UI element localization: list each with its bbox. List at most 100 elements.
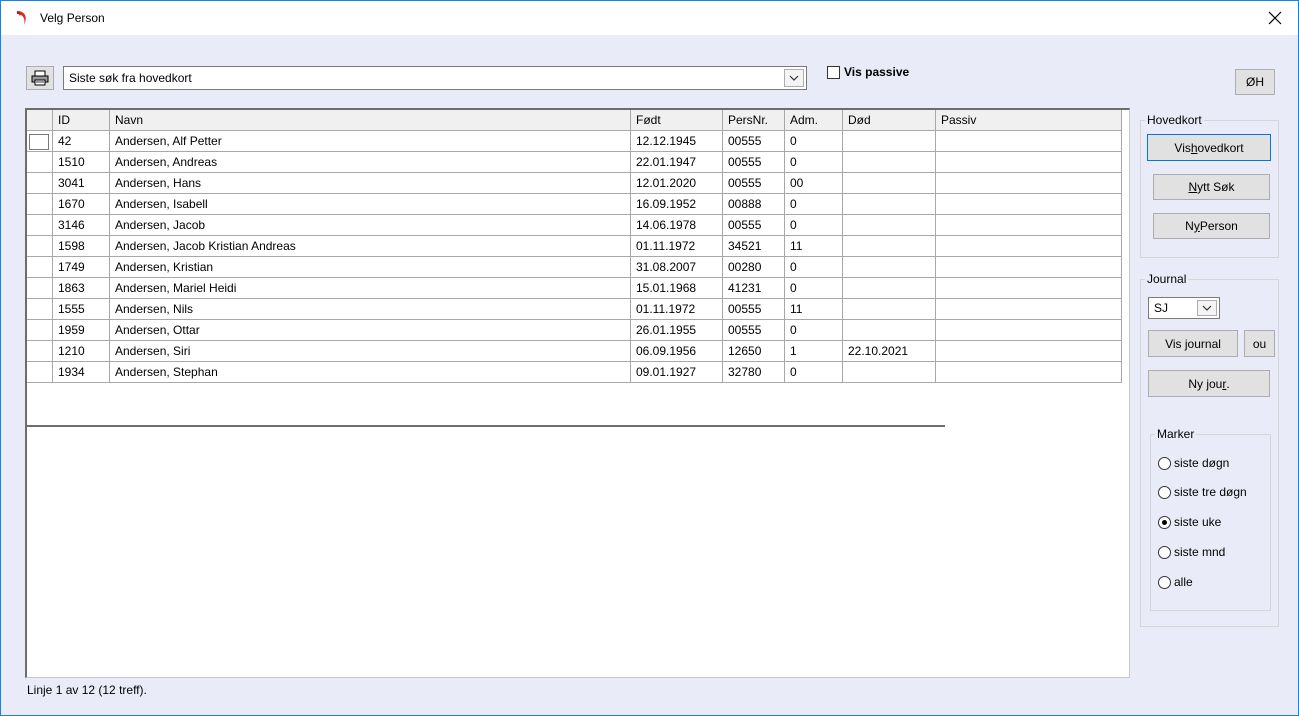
column-header-fodt[interactable]: Født	[631, 110, 723, 131]
cell-adm: 0	[785, 131, 843, 152]
vis-hovedkort-label-pre: Vis	[1174, 140, 1191, 155]
cell-adm: 11	[785, 299, 843, 320]
column-header-id[interactable]: ID	[53, 110, 110, 131]
cell-dod	[843, 152, 936, 173]
row-selector[interactable]	[27, 236, 53, 257]
marker-radio-option[interactable]: siste tre døgn	[1158, 485, 1247, 499]
ny-person-label-post: Person	[1199, 219, 1238, 233]
table-row[interactable]: 42 Andersen, Alf Petter 12.12.1945 00555 0	[27, 131, 1122, 152]
journal-select[interactable]: SJ	[1148, 297, 1220, 319]
table-row[interactable]: 1934 Andersen, Stephan 09.01.1927 32780 0	[27, 362, 1122, 383]
journal-dropdown-button[interactable]	[1197, 300, 1217, 316]
row-selector[interactable]	[27, 194, 53, 215]
column-header-passiv[interactable]: Passiv	[936, 110, 1122, 131]
table-row[interactable]: 1210 Andersen, Siri 06.09.1956 12650 1 22.10.…	[27, 341, 1122, 362]
cell-persnr: 41231	[723, 278, 785, 299]
cell-id: 1863	[53, 278, 110, 299]
cell-dod	[843, 362, 936, 383]
column-header-navn[interactable]: Navn	[110, 110, 631, 131]
column-header-persnr[interactable]: PersNr.	[723, 110, 785, 131]
vis-journal-button[interactable]: Vis journal	[1148, 330, 1238, 357]
vis-hovedkort-button[interactable]: Vis h ovedkort	[1147, 134, 1271, 161]
cell-adm: 0	[785, 194, 843, 215]
cell-passiv	[936, 257, 1122, 278]
cell-fodt: 16.09.1952	[631, 194, 723, 215]
cell-passiv	[936, 236, 1122, 257]
marker-radio-option[interactable]: siste uke	[1158, 515, 1221, 529]
close-icon	[1268, 11, 1282, 25]
marker-radio-option[interactable]: alle	[1158, 575, 1193, 589]
cell-passiv	[936, 278, 1122, 299]
cell-id: 1555	[53, 299, 110, 320]
table-row[interactable]: 1670 Andersen, Isabell 16.09.1952 00888 0	[27, 194, 1122, 215]
oh-button[interactable]: ØH	[1235, 69, 1275, 95]
marker-radio-option[interactable]: siste døgn	[1158, 456, 1229, 470]
person-grid[interactable]: ID Navn Født PersNr. Adm. Død Passiv 42 A…	[25, 108, 1130, 678]
cell-fodt: 12.01.2020	[631, 173, 723, 194]
table-row[interactable]: 1510 Andersen, Andreas 22.01.1947 00555 0	[27, 152, 1122, 173]
marker-radio-option[interactable]: siste mnd	[1158, 545, 1225, 559]
radio-circle[interactable]	[1158, 575, 1171, 589]
table-row[interactable]: 1863 Andersen, Mariel Heidi 15.01.1968 4123…	[27, 278, 1122, 299]
velg-person-dialog: Velg Person Siste søk fra hovedkort Vis …	[0, 0, 1299, 716]
ny-person-button[interactable]: Ny Person	[1153, 213, 1270, 239]
vis-passive-checkbox[interactable]: Vis passive	[827, 65, 909, 79]
table-row[interactable]: 1598 Andersen, Jacob Kristian Andreas 01.1…	[27, 236, 1122, 257]
cell-passiv	[936, 299, 1122, 320]
table-row[interactable]: 3041 Andersen, Hans 12.01.2020 00555 00	[27, 173, 1122, 194]
row-selector[interactable]	[27, 257, 53, 278]
cell-navn: Andersen, Kristian	[110, 257, 631, 278]
column-header-dod[interactable]: Død	[843, 110, 936, 131]
radio-label: siste mnd	[1174, 545, 1226, 559]
cell-navn: Andersen, Ottar	[110, 320, 631, 341]
status-text: Linje 1 av 12 (12 treff).	[27, 683, 147, 697]
row-selector[interactable]	[27, 152, 53, 173]
cell-fodt: 12.12.1945	[631, 131, 723, 152]
ou-button[interactable]: ou	[1244, 330, 1275, 357]
cell-persnr: 00555	[723, 173, 785, 194]
title-bar: Velg Person	[1, 1, 1298, 35]
row-selector[interactable]	[27, 173, 53, 194]
cell-dod	[843, 131, 936, 152]
cell-navn: Andersen, Mariel Heidi	[110, 278, 631, 299]
print-button[interactable]	[26, 66, 54, 90]
radio-circle[interactable]	[1158, 456, 1171, 470]
cell-adm: 0	[785, 152, 843, 173]
radio-circle[interactable]	[1158, 515, 1171, 529]
cell-adm: 0	[785, 362, 843, 383]
row-selector[interactable]	[27, 320, 53, 341]
search-source-select[interactable]: Siste søk fra hovedkort	[63, 66, 807, 90]
search-source-dropdown-button[interactable]	[784, 69, 804, 87]
row-selector[interactable]	[27, 278, 53, 299]
row-selector[interactable]	[27, 131, 53, 152]
nytt-sok-button[interactable]: Nytt Søk	[1153, 174, 1270, 200]
table-row[interactable]: 1749 Andersen, Kristian 31.08.2007 00280 0	[27, 257, 1122, 278]
cell-fodt: 14.06.1978	[631, 215, 723, 236]
cell-navn: Andersen, Jacob	[110, 215, 631, 236]
cell-adm: 0	[785, 257, 843, 278]
ny-person-label-pre: N	[1185, 219, 1194, 233]
cell-fodt: 26.01.1955	[631, 320, 723, 341]
radio-circle[interactable]	[1158, 545, 1171, 559]
ny-journal-button[interactable]: Ny jou r.	[1148, 370, 1270, 397]
cell-fodt: 15.01.1968	[631, 278, 723, 299]
column-header-adm[interactable]: Adm.	[785, 110, 843, 131]
table-row[interactable]: 1959 Andersen, Ottar 26.01.1955 00555 0	[27, 320, 1122, 341]
row-selector[interactable]	[27, 215, 53, 236]
cell-dod: 22.10.2021	[843, 341, 936, 362]
cell-id: 42	[53, 131, 110, 152]
hovedkort-group-title: Hovedkort	[1145, 113, 1204, 127]
cell-navn: Andersen, Stephan	[110, 362, 631, 383]
row-selector[interactable]	[27, 341, 53, 362]
table-row[interactable]: 1555 Andersen, Nils 01.11.1972 00555 11	[27, 299, 1122, 320]
table-row[interactable]: 3146 Andersen, Jacob 14.06.1978 00555 0	[27, 215, 1122, 236]
row-selector[interactable]	[27, 362, 53, 383]
cell-navn: Andersen, Alf Petter	[110, 131, 631, 152]
radio-label: siste uke	[1174, 515, 1222, 529]
vis-passive-checkbox-box[interactable]	[827, 65, 840, 79]
journal-select-value: SJ	[1154, 301, 1169, 315]
cell-id: 1959	[53, 320, 110, 341]
radio-circle[interactable]	[1158, 485, 1171, 499]
row-selector[interactable]	[27, 299, 53, 320]
close-button[interactable]	[1252, 1, 1298, 35]
